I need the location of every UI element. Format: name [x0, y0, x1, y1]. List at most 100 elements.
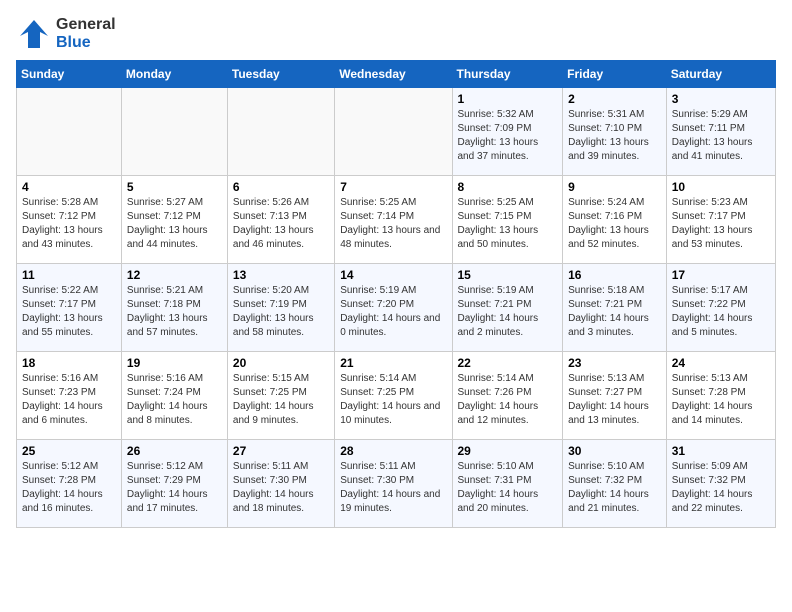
day-info: Sunrise: 5:15 AMSunset: 7:25 PMDaylight:…	[233, 372, 329, 428]
calendar-cell: 24Sunrise: 5:13 AMSunset: 7:28 PMDayligh…	[666, 352, 775, 440]
day-number: 30	[568, 444, 661, 458]
calendar-cell: 25 Sunrise: 5:12 AMSunset: 7:28 PMDayligh…	[17, 440, 122, 528]
day-info: Sunrise: 5:11 AMSunset: 7:30 PMDaylight:…	[233, 460, 329, 516]
week-row-4: 25 Sunrise: 5:12 AMSunset: 7:28 PMDayligh…	[17, 440, 776, 528]
day-info: Sunrise: 5:25 AMSunset: 7:14 PMDaylight:…	[340, 196, 446, 252]
header-monday: Monday	[121, 61, 227, 88]
calendar-cell	[227, 88, 334, 176]
calendar-cell: 11Sunrise: 5:22 AMSunset: 7:17 PMDayligh…	[17, 264, 122, 352]
calendar-cell: 29Sunrise: 5:10 AMSunset: 7:31 PMDayligh…	[452, 440, 563, 528]
day-number: 20	[233, 356, 329, 370]
day-info: Sunrise: 5:19 AMSunset: 7:21 PMDaylight:…	[458, 284, 558, 340]
day-info: Sunrise: 5:25 AMSunset: 7:15 PMDaylight:…	[458, 196, 558, 252]
day-number: 11	[22, 268, 116, 282]
day-number: 10	[672, 180, 770, 194]
header-sunday: Sunday	[17, 61, 122, 88]
day-info: Sunrise: 5:10 AMSunset: 7:32 PMDaylight:…	[568, 460, 661, 516]
day-info: Sunrise: 5:28 AMSunset: 7:12 PMDaylight:…	[22, 196, 116, 252]
day-number: 1	[458, 92, 558, 106]
day-number: 5	[127, 180, 222, 194]
calendar-cell: 28 Sunrise: 5:11 AMSunset: 7:30 PMDayligh…	[335, 440, 452, 528]
calendar-cell	[335, 88, 452, 176]
calendar-cell: 16Sunrise: 5:18 AMSunset: 7:21 PMDayligh…	[563, 264, 667, 352]
calendar-cell: 10 Sunrise: 5:23 AMSunset: 7:17 PMDayligh…	[666, 176, 775, 264]
header-tuesday: Tuesday	[227, 61, 334, 88]
day-info: Sunrise: 5:32 AMSunset: 7:09 PMDaylight:…	[458, 108, 558, 164]
header-row: SundayMondayTuesdayWednesdayThursdayFrid…	[17, 61, 776, 88]
day-number: 29	[458, 444, 558, 458]
day-info: Sunrise: 5:24 AMSunset: 7:16 PMDaylight:…	[568, 196, 661, 252]
calendar-cell: 18Sunrise: 5:16 AMSunset: 7:23 PMDayligh…	[17, 352, 122, 440]
day-info: Sunrise: 5:21 AMSunset: 7:18 PMDaylight:…	[127, 284, 222, 340]
day-info: Sunrise: 5:11 AMSunset: 7:30 PMDaylight:…	[340, 460, 446, 516]
day-info: Sunrise: 5:12 AMSunset: 7:29 PMDaylight:…	[127, 460, 222, 516]
day-number: 13	[233, 268, 329, 282]
header-thursday: Thursday	[452, 61, 563, 88]
calendar-cell: 9 Sunrise: 5:24 AMSunset: 7:16 PMDaylight…	[563, 176, 667, 264]
calendar-cell: 27 Sunrise: 5:11 AMSunset: 7:30 PMDayligh…	[227, 440, 334, 528]
day-info: Sunrise: 5:14 AMSunset: 7:25 PMDaylight:…	[340, 372, 446, 428]
calendar-cell: 19Sunrise: 5:16 AMSunset: 7:24 PMDayligh…	[121, 352, 227, 440]
day-info: Sunrise: 5:26 AMSunset: 7:13 PMDaylight:…	[233, 196, 329, 252]
day-info: Sunrise: 5:17 AMSunset: 7:22 PMDaylight:…	[672, 284, 770, 340]
calendar-cell: 31 Sunrise: 5:09 AMSunset: 7:32 PMDayligh…	[666, 440, 775, 528]
day-number: 31	[672, 444, 770, 458]
calendar-cell: 12 Sunrise: 5:21 AMSunset: 7:18 PMDayligh…	[121, 264, 227, 352]
day-info: Sunrise: 5:16 AMSunset: 7:23 PMDaylight:…	[22, 372, 116, 428]
calendar-cell: 8Sunrise: 5:25 AMSunset: 7:15 PMDaylight…	[452, 176, 563, 264]
week-row-0: 1 Sunrise: 5:32 AMSunset: 7:09 PMDaylight…	[17, 88, 776, 176]
calendar-cell: 7Sunrise: 5:25 AMSunset: 7:14 PMDaylight…	[335, 176, 452, 264]
calendar-cell	[121, 88, 227, 176]
day-number: 9	[568, 180, 661, 194]
calendar-cell: 22Sunrise: 5:14 AMSunset: 7:26 PMDayligh…	[452, 352, 563, 440]
logo-text: GeneralBlue	[56, 16, 116, 52]
calendar-cell: 1 Sunrise: 5:32 AMSunset: 7:09 PMDaylight…	[452, 88, 563, 176]
logo: GeneralBlue	[16, 16, 116, 52]
day-number: 12	[127, 268, 222, 282]
calendar-cell: 17 Sunrise: 5:17 AMSunset: 7:22 PMDayligh…	[666, 264, 775, 352]
calendar-cell: 21 Sunrise: 5:14 AMSunset: 7:25 PMDayligh…	[335, 352, 452, 440]
calendar-cell: 20 Sunrise: 5:15 AMSunset: 7:25 PMDayligh…	[227, 352, 334, 440]
day-number: 6	[233, 180, 329, 194]
day-info: Sunrise: 5:12 AMSunset: 7:28 PMDaylight:…	[22, 460, 116, 516]
day-number: 3	[672, 92, 770, 106]
week-row-3: 18Sunrise: 5:16 AMSunset: 7:23 PMDayligh…	[17, 352, 776, 440]
day-number: 25	[22, 444, 116, 458]
calendar-cell: 14Sunrise: 5:19 AMSunset: 7:20 PMDayligh…	[335, 264, 452, 352]
header-friday: Friday	[563, 61, 667, 88]
calendar-cell: 30 Sunrise: 5:10 AMSunset: 7:32 PMDayligh…	[563, 440, 667, 528]
day-number: 21	[340, 356, 446, 370]
week-row-1: 4 Sunrise: 5:28 AMSunset: 7:12 PMDaylight…	[17, 176, 776, 264]
day-info: Sunrise: 5:13 AMSunset: 7:27 PMDaylight:…	[568, 372, 661, 428]
day-info: Sunrise: 5:09 AMSunset: 7:32 PMDaylight:…	[672, 460, 770, 516]
day-info: Sunrise: 5:27 AMSunset: 7:12 PMDaylight:…	[127, 196, 222, 252]
day-number: 23	[568, 356, 661, 370]
calendar-cell: 3 Sunrise: 5:29 AMSunset: 7:11 PMDaylight…	[666, 88, 775, 176]
day-info: Sunrise: 5:20 AMSunset: 7:19 PMDaylight:…	[233, 284, 329, 340]
page-header: GeneralBlue	[16, 16, 776, 52]
logo-svg	[16, 16, 52, 52]
calendar-table: SundayMondayTuesdayWednesdayThursdayFrid…	[16, 60, 776, 528]
day-number: 14	[340, 268, 446, 282]
day-number: 27	[233, 444, 329, 458]
calendar-cell: 13 Sunrise: 5:20 AMSunset: 7:19 PMDayligh…	[227, 264, 334, 352]
day-number: 15	[458, 268, 558, 282]
calendar-cell: 5 Sunrise: 5:27 AMSunset: 7:12 PMDaylight…	[121, 176, 227, 264]
calendar-cell: 26 Sunrise: 5:12 AMSunset: 7:29 PMDayligh…	[121, 440, 227, 528]
header-saturday: Saturday	[666, 61, 775, 88]
day-info: Sunrise: 5:13 AMSunset: 7:28 PMDaylight:…	[672, 372, 770, 428]
day-info: Sunrise: 5:23 AMSunset: 7:17 PMDaylight:…	[672, 196, 770, 252]
day-number: 17	[672, 268, 770, 282]
day-number: 28	[340, 444, 446, 458]
day-info: Sunrise: 5:14 AMSunset: 7:26 PMDaylight:…	[458, 372, 558, 428]
week-row-2: 11Sunrise: 5:22 AMSunset: 7:17 PMDayligh…	[17, 264, 776, 352]
calendar-cell: 6 Sunrise: 5:26 AMSunset: 7:13 PMDaylight…	[227, 176, 334, 264]
calendar-cell: 23 Sunrise: 5:13 AMSunset: 7:27 PMDayligh…	[563, 352, 667, 440]
day-number: 26	[127, 444, 222, 458]
day-number: 2	[568, 92, 661, 106]
day-info: Sunrise: 5:29 AMSunset: 7:11 PMDaylight:…	[672, 108, 770, 164]
calendar-cell: 2Sunrise: 5:31 AMSunset: 7:10 PMDaylight…	[563, 88, 667, 176]
header-wednesday: Wednesday	[335, 61, 452, 88]
day-number: 4	[22, 180, 116, 194]
calendar-cell: 4 Sunrise: 5:28 AMSunset: 7:12 PMDaylight…	[17, 176, 122, 264]
